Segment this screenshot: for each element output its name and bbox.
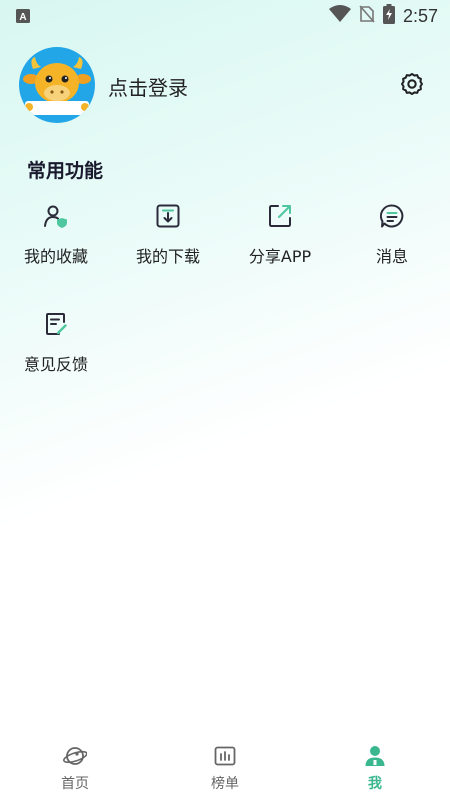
feature-label: 我的收藏 (23, 247, 88, 266)
section-title: 常用功能 (27, 160, 104, 182)
download-icon (155, 203, 181, 229)
nav-label: 我 (368, 776, 382, 792)
planet-icon (63, 744, 88, 768)
status-icons: 2:57 (328, 4, 438, 28)
feedback-icon (43, 311, 69, 337)
nav-me[interactable]: 我 (300, 738, 450, 800)
feature-label: 我的下载 (135, 247, 200, 266)
chart-icon (213, 744, 237, 768)
feature-favorites[interactable]: 我的收藏 (0, 203, 112, 283)
keyboard-a-icon: A (16, 8, 30, 27)
cow-mascot-avatar (23, 57, 91, 115)
nav-label: 榜单 (211, 776, 239, 792)
gear-icon[interactable] (399, 71, 425, 97)
no-sim-icon (359, 5, 375, 27)
avatar[interactable] (19, 47, 95, 123)
message-icon (379, 203, 405, 229)
status-time: 2:57 (402, 5, 438, 26)
svg-text:A: A (19, 12, 26, 23)
user-favorite-icon (43, 203, 69, 229)
feature-share-app[interactable]: 分享APP (224, 203, 336, 283)
person-icon (363, 744, 387, 768)
feature-label: 分享APP (248, 247, 312, 266)
login-link[interactable]: 点击登录 (108, 72, 188, 101)
nav-home[interactable]: 首页 (0, 738, 150, 800)
share-icon (267, 203, 293, 229)
feature-label: 意见反馈 (23, 355, 88, 374)
battery-charging-icon (382, 4, 395, 28)
status-bar: A 2:57 (0, 0, 450, 32)
nav-ranking[interactable]: 榜单 (150, 738, 300, 800)
feature-label: 消息 (375, 247, 408, 266)
bottom-nav: 首页 榜单 我 (0, 738, 450, 800)
feature-feedback[interactable]: 意见反馈 (0, 311, 112, 391)
feature-messages[interactable]: 消息 (336, 203, 448, 283)
nav-label: 首页 (61, 776, 89, 792)
feature-downloads[interactable]: 我的下载 (112, 203, 224, 283)
wifi-icon (328, 5, 351, 27)
